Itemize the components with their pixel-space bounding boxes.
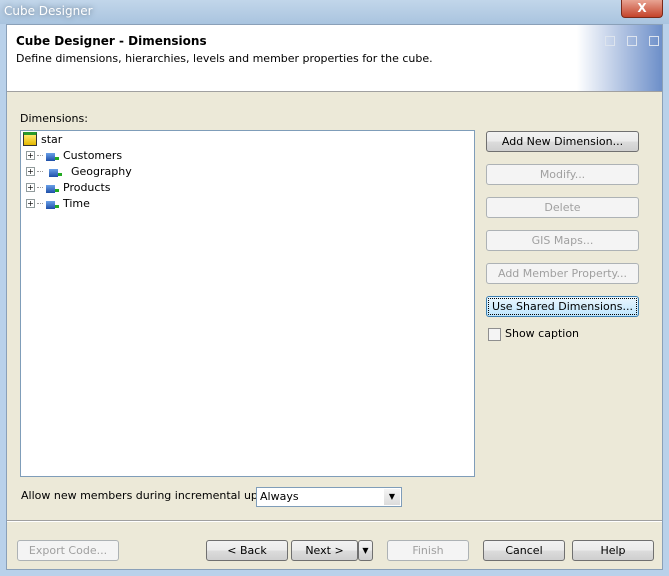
show-caption-checkbox[interactable] (488, 328, 501, 341)
dimensions-label: Dimensions: (20, 112, 88, 125)
page-title: Cube Designer - Dimensions (16, 34, 207, 48)
window-title: Cube Designer (4, 4, 93, 18)
expand-icon[interactable]: + (26, 150, 35, 160)
decor-square-icon (649, 36, 659, 46)
modify-button[interactable]: Modify... (486, 164, 639, 185)
tree-item-label: Time (63, 196, 90, 210)
help-button[interactable]: Help (572, 540, 654, 561)
show-caption-label[interactable]: Show caption (505, 327, 579, 340)
dialog: Cube Designer - Dimensions Define dimens… (6, 24, 663, 570)
expand-icon[interactable]: + (26, 198, 35, 208)
next-dropdown-button[interactable]: ▼ (358, 540, 373, 561)
delete-button[interactable]: Delete (486, 197, 639, 218)
tree-root-label: star (41, 132, 63, 146)
incremental-update-select[interactable]: Always ▼ (256, 487, 402, 507)
use-shared-dimensions-button[interactable]: Use Shared Dimensions... (486, 296, 639, 317)
chevron-down-icon: ▼ (362, 546, 369, 555)
dimensions-tree[interactable]: star + Customers + Geography + Products … (20, 130, 475, 477)
add-member-property-button[interactable]: Add Member Property... (486, 263, 639, 284)
expand-icon[interactable]: + (26, 166, 35, 176)
footer-divider (7, 520, 662, 522)
finish-button[interactable]: Finish (387, 540, 469, 561)
tree-item-label: Geography (71, 164, 132, 178)
decor-square-icon (605, 36, 615, 46)
next-button[interactable]: Next > (291, 540, 358, 561)
tree-item-label: Customers (63, 148, 123, 162)
select-value: Always (260, 490, 299, 503)
back-button[interactable]: < Back (206, 540, 288, 561)
tree-item-geography[interactable]: + Geography (26, 163, 132, 179)
expand-icon[interactable]: + (26, 182, 35, 192)
close-button[interactable]: X (621, 0, 663, 18)
wizard-header: Cube Designer - Dimensions Define dimens… (7, 25, 662, 92)
page-subtitle: Define dimensions, hierarchies, levels a… (16, 52, 433, 65)
gis-dimension-icon (47, 165, 62, 178)
tree-item-products[interactable]: + Products (26, 179, 111, 195)
cube-icon (23, 132, 37, 146)
tree-item-label: Products (63, 180, 111, 194)
title-bar: Cube Designer X (0, 0, 669, 24)
dimension-icon (44, 181, 59, 194)
tree-item-time[interactable]: + Time (26, 195, 90, 211)
tree-root[interactable]: star (23, 131, 62, 147)
add-new-dimension-button[interactable]: Add New Dimension... (486, 131, 639, 152)
cancel-button[interactable]: Cancel (483, 540, 565, 561)
export-code-button[interactable]: Export Code... (17, 540, 119, 561)
chevron-down-icon[interactable]: ▼ (384, 489, 400, 505)
dimension-icon (44, 149, 59, 162)
incremental-update-label: Allow new members during incremental upd… (21, 489, 287, 502)
dimension-icon (44, 197, 59, 210)
decor-square-icon (627, 36, 637, 46)
gis-maps-button[interactable]: GIS Maps... (486, 230, 639, 251)
tree-item-customers[interactable]: + Customers (26, 147, 122, 163)
